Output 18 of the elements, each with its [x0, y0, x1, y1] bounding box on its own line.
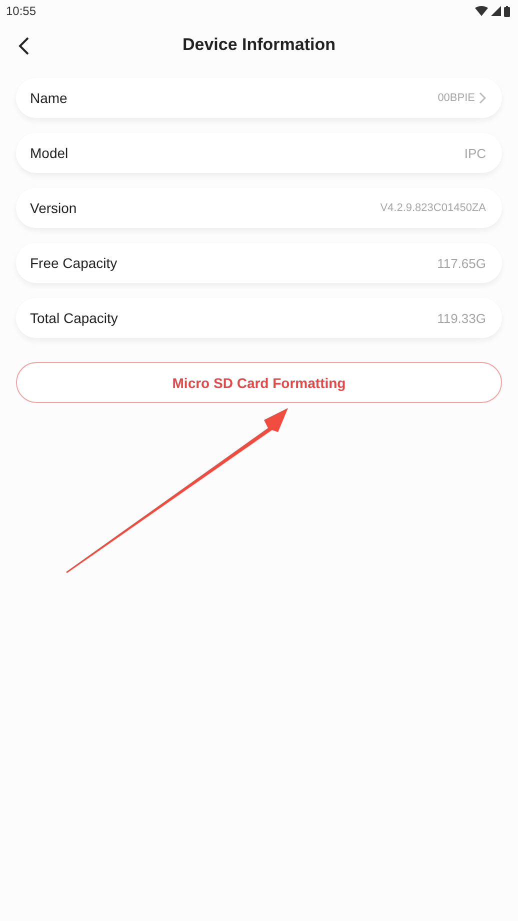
row-label: Version [30, 200, 77, 216]
info-row[interactable]: Name 00BPIE [16, 78, 502, 118]
row-value: 117.65G [437, 256, 486, 270]
row-label: Name [30, 90, 68, 106]
row-value: V4.2.9.823C01450ZA [380, 202, 486, 214]
battery-icon [504, 6, 510, 16]
row-value: 00BPIE [438, 92, 475, 104]
format-button[interactable]: Micro SD Card Formatting [16, 362, 502, 403]
wifi-icon [475, 6, 488, 16]
row-label: Model [30, 145, 68, 161]
row-value: 119.33G [437, 310, 486, 326]
signal-icon [491, 6, 501, 16]
row-label: Free Capacity [30, 255, 118, 271]
page-title: Device Information [182, 35, 336, 55]
back-icon[interactable] [18, 37, 30, 55]
status-time: 10:55 [6, 4, 36, 18]
row-value: IPC [464, 146, 486, 160]
row-label: Total Capacity [30, 310, 118, 326]
